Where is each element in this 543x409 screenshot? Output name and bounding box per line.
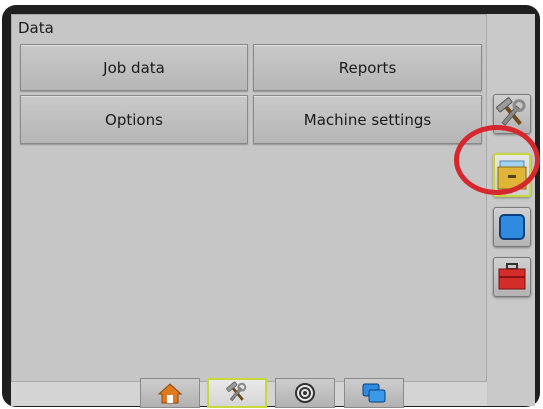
data-panel: Data Job data Reports Options Machine se… xyxy=(11,14,487,382)
highlight-circle xyxy=(454,125,540,195)
layers-icon xyxy=(362,383,386,403)
tab-tools[interactable] xyxy=(207,378,267,408)
tab-layers[interactable] xyxy=(344,378,404,408)
machine-settings-button[interactable]: Machine settings xyxy=(253,95,482,144)
device-frame: Data Job data Reports Options Machine se… xyxy=(2,5,540,408)
right-sidebar xyxy=(487,14,535,406)
tab-home[interactable] xyxy=(140,378,200,408)
sidebar-item-display[interactable] xyxy=(493,207,531,247)
gauge-icon xyxy=(295,383,315,403)
panel-title: Data xyxy=(18,19,54,37)
blue-square-icon xyxy=(499,214,525,240)
home-icon xyxy=(157,383,183,404)
reports-button[interactable]: Reports xyxy=(253,44,482,91)
red-toolbox-icon xyxy=(498,263,526,290)
job-data-button[interactable]: Job data xyxy=(20,44,248,91)
options-button[interactable]: Options xyxy=(20,95,248,144)
sidebar-item-toolbox[interactable] xyxy=(493,257,531,297)
screen: Data Job data Reports Options Machine se… xyxy=(11,14,535,408)
tools-icon xyxy=(226,381,247,402)
tab-gauge[interactable] xyxy=(275,378,335,408)
